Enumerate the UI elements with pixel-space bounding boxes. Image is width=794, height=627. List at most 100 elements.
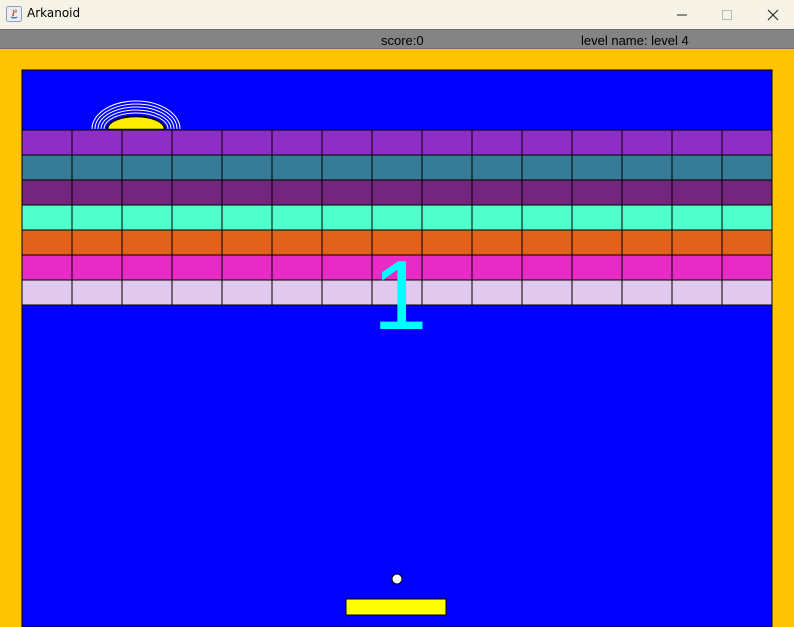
- block: [521, 229, 573, 256]
- block: [321, 254, 373, 281]
- block: [721, 229, 773, 256]
- block: [571, 204, 623, 231]
- block: [621, 229, 673, 256]
- block: [721, 254, 773, 281]
- block: [321, 154, 373, 181]
- block: [621, 279, 673, 306]
- block: [471, 204, 523, 231]
- block: [221, 129, 273, 156]
- level-name-indicator: level name: level 4: [581, 33, 689, 48]
- block: [271, 254, 323, 281]
- block: [271, 179, 323, 206]
- block: [571, 129, 623, 156]
- block: [21, 179, 73, 206]
- block: [621, 154, 673, 181]
- block: [421, 179, 473, 206]
- block: [521, 204, 573, 231]
- block: [121, 129, 173, 156]
- block: [671, 229, 723, 256]
- block: [421, 204, 473, 231]
- block: [71, 204, 123, 231]
- block: [371, 129, 423, 156]
- block: [221, 254, 273, 281]
- close-icon: [767, 9, 779, 20]
- block: [71, 254, 123, 281]
- block: [121, 154, 173, 181]
- block: [421, 129, 473, 156]
- block: [321, 229, 373, 256]
- block: [521, 154, 573, 181]
- block: [21, 129, 73, 156]
- block: [621, 179, 673, 206]
- block: [71, 179, 123, 206]
- block: [671, 279, 723, 306]
- block: [671, 254, 723, 281]
- block: [521, 279, 573, 306]
- block: [171, 154, 223, 181]
- minimize-button[interactable]: [659, 0, 705, 29]
- block: [571, 254, 623, 281]
- block: [621, 129, 673, 156]
- block: [571, 279, 623, 306]
- block: [571, 179, 623, 206]
- block: [21, 154, 73, 181]
- block: [171, 254, 223, 281]
- block: [271, 229, 323, 256]
- block: [521, 129, 573, 156]
- score-indicator: score:0: [381, 33, 424, 48]
- block: [471, 179, 523, 206]
- block: [721, 179, 773, 206]
- block: [271, 204, 323, 231]
- maximize-button[interactable]: [704, 0, 750, 29]
- block: [371, 154, 423, 181]
- block: [21, 254, 73, 281]
- block: [171, 129, 223, 156]
- window-title: Arkanoid: [27, 6, 81, 20]
- block: [321, 204, 373, 231]
- block: [121, 179, 173, 206]
- block: [221, 179, 273, 206]
- block: [521, 179, 573, 206]
- block: [721, 129, 773, 156]
- title-bar: Arkanoid: [0, 0, 794, 29]
- block: [171, 229, 223, 256]
- block: [521, 254, 573, 281]
- block: [421, 229, 473, 256]
- block: [721, 204, 773, 231]
- block: [221, 204, 273, 231]
- paddle[interactable]: [345, 598, 447, 616]
- block: [171, 204, 223, 231]
- java-app-icon: [6, 6, 22, 22]
- block: [671, 179, 723, 206]
- block: [21, 204, 73, 231]
- block: [271, 154, 323, 181]
- game-window: Arkanoid score:0 level name: level 4 1: [0, 0, 794, 627]
- block: [321, 129, 373, 156]
- game-border-top: [0, 49, 794, 70]
- block: [221, 229, 273, 256]
- block: [21, 279, 73, 306]
- block: [721, 154, 773, 181]
- block: [471, 129, 523, 156]
- block: [621, 254, 673, 281]
- block: [121, 229, 173, 256]
- game-border-right: [772, 70, 794, 627]
- game-canvas[interactable]: 1: [0, 49, 794, 627]
- block: [121, 204, 173, 231]
- block: [621, 204, 673, 231]
- close-button[interactable]: [750, 0, 794, 29]
- block: [671, 154, 723, 181]
- ball: [391, 573, 403, 585]
- block: [571, 154, 623, 181]
- block: [171, 179, 223, 206]
- block: [671, 129, 723, 156]
- block: [371, 179, 423, 206]
- block: [421, 254, 473, 281]
- block: [71, 129, 123, 156]
- block: [721, 279, 773, 306]
- maximize-icon: [722, 9, 732, 20]
- block: [321, 179, 373, 206]
- block: [221, 154, 273, 181]
- minimize-icon: [677, 14, 687, 15]
- game-border-left: [0, 70, 22, 627]
